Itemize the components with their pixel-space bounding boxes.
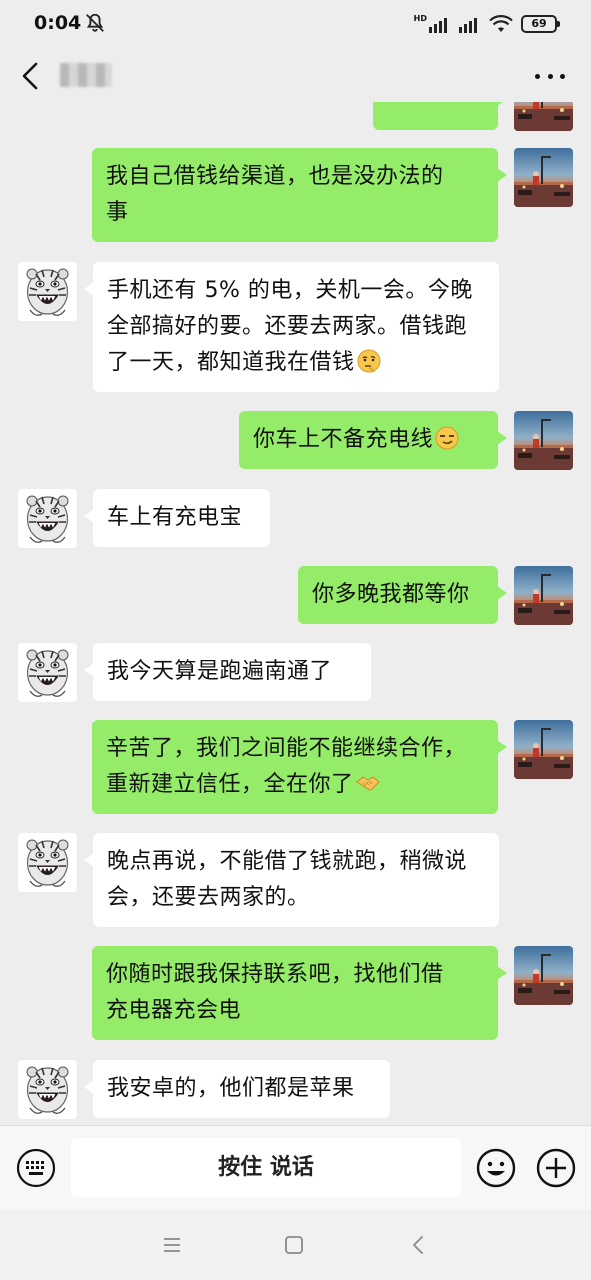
- message-bubble[interactable]: 晚点再说，不能借了钱就跑，稍微说 会，还要去两家的。: [84, 833, 499, 927]
- plus-circle-icon[interactable]: [535, 1147, 577, 1189]
- message-bubble[interactable]: 手机还有 5% 的电，关机一会。今晚 全部搞好的要。还要去两家。借钱跑 了一天，…: [84, 262, 499, 392]
- more-dots-icon[interactable]: [535, 62, 565, 90]
- hd-label: HD: [413, 13, 427, 23]
- input-bar: 按住 说话: [0, 1125, 591, 1210]
- message-bubble[interactable]: 你随时跟我保持联系吧，找他们借 充电器充会电: [92, 946, 507, 1040]
- signal-icon-2: [459, 18, 477, 33]
- signal-icon: [429, 18, 447, 33]
- chat-messages[interactable]: 我自己借钱给渠道，也是没办法的 事 手机还有 5% 的电，关机一会。今晚 全部搞…: [0, 102, 591, 1125]
- contact-avatar[interactable]: [18, 1060, 77, 1119]
- menu-icon[interactable]: [162, 1235, 182, 1255]
- my-avatar[interactable]: [514, 946, 573, 1005]
- home-square-icon[interactable]: [284, 1235, 304, 1255]
- contact-avatar[interactable]: [18, 489, 77, 548]
- message-bubble[interactable]: 我今天算是跑遍南通了: [84, 643, 371, 701]
- message-bubble[interactable]: 你车上不备充电线: [239, 411, 507, 469]
- contact-avatar[interactable]: [18, 643, 77, 702]
- message-bubble[interactable]: 我安卓的，他们都是苹果: [84, 1060, 390, 1118]
- keyboard-icon[interactable]: [16, 1148, 56, 1188]
- status-time: 0:04: [34, 12, 82, 34]
- wifi-icon: [489, 15, 513, 32]
- my-avatar[interactable]: [514, 102, 573, 131]
- status-indicators: HD 69: [413, 13, 560, 34]
- my-avatar[interactable]: [514, 148, 573, 207]
- contact-avatar[interactable]: [18, 262, 77, 321]
- message-bubble[interactable]: 你多晚我都等你: [298, 566, 507, 624]
- my-avatar[interactable]: [514, 720, 573, 779]
- message-bubble[interactable]: 辛苦了，我们之间能不能继续合作， 重新建立信任，全在你了: [92, 720, 507, 814]
- status-bar: 0:04 HD 69: [0, 0, 591, 50]
- contact-avatar[interactable]: [18, 833, 77, 892]
- message-bubble[interactable]: 我自己借钱给渠道，也是没办法的 事: [92, 148, 507, 242]
- handshake-icon: [355, 776, 380, 791]
- battery-indicator: 69: [521, 15, 560, 33]
- smirk-face-icon: [435, 426, 459, 450]
- my-avatar[interactable]: [514, 411, 573, 470]
- contact-name[interactable]: [60, 63, 112, 87]
- my-avatar[interactable]: [514, 566, 573, 625]
- hold-to-talk-button[interactable]: 按住 说话: [71, 1138, 461, 1197]
- chat-header: [0, 50, 591, 102]
- message-bubble-partial[interactable]: [373, 102, 507, 130]
- smiley-icon[interactable]: [475, 1147, 517, 1189]
- message-bubble[interactable]: 车上有充电宝: [84, 489, 270, 547]
- back-triangle-icon[interactable]: [408, 1234, 428, 1256]
- mute-bell-icon: [86, 13, 104, 32]
- thinking-face-icon: [357, 349, 381, 373]
- chevron-left-icon[interactable]: [14, 58, 48, 94]
- system-nav-bar: [0, 1210, 591, 1280]
